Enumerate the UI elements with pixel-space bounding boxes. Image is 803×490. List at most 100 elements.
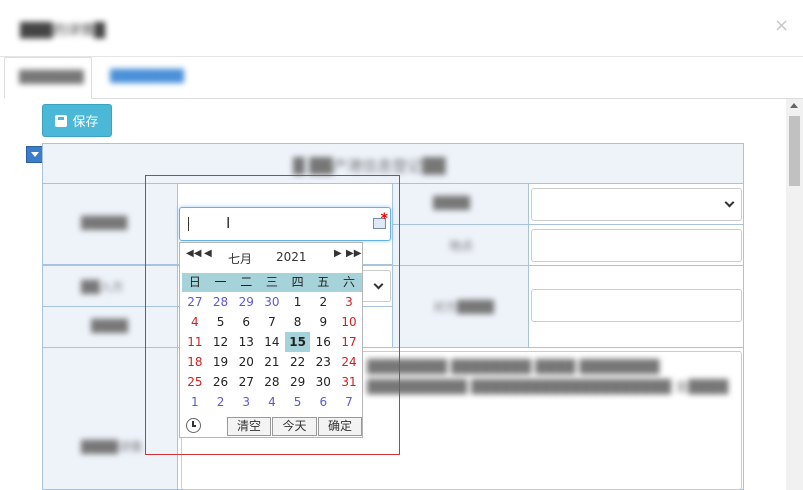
chevron-down-icon <box>724 197 735 208</box>
label-row5-left: ████详情 <box>81 440 142 454</box>
calendar-week: 18 19 20 21 22 23 24 <box>182 352 362 372</box>
calendar-day[interactable]: 28 <box>208 292 234 312</box>
calendar-day-today[interactable]: 15 <box>284 332 311 353</box>
calendar-day[interactable]: 30 <box>310 372 336 392</box>
label-row1-right: ████ <box>433 196 470 210</box>
calendar-week: 25 26 27 28 29 30 31 <box>182 372 362 392</box>
calendar-day[interactable]: 25 <box>182 372 208 392</box>
calendar-day[interactable]: 5 <box>285 392 311 412</box>
calendar-day[interactable]: 18 <box>182 352 208 372</box>
calendar-day[interactable]: 29 <box>285 372 311 392</box>
clock-icon[interactable] <box>186 418 201 433</box>
weekday-mon: 一 <box>214 275 227 289</box>
scrollbar-thumb[interactable] <box>789 116 800 186</box>
calendar-day[interactable]: 8 <box>285 312 311 332</box>
tab-basic-info[interactable]: ███████ <box>4 57 92 99</box>
i-beam-cursor-icon: I <box>226 214 231 232</box>
label-cell-row2-right: 地点 <box>392 224 529 266</box>
calendar-day[interactable]: 26 <box>208 372 234 392</box>
calendar-day[interactable]: 9 <box>310 312 336 332</box>
calendar-day[interactable]: 29 <box>233 292 259 312</box>
weekday-header: 日 一 二 三 四 五 六 <box>182 273 362 292</box>
tabs-divider <box>92 98 803 99</box>
location-input[interactable] <box>531 229 742 262</box>
next-year-icon[interactable]: ▶▶ <box>346 248 361 259</box>
calendar-week: 4 5 6 7 8 9 10 <box>182 312 362 332</box>
text-caret <box>188 217 189 231</box>
calendar-day[interactable]: 14 <box>259 332 285 352</box>
calendar-day[interactable]: 1 <box>182 392 208 412</box>
close-button[interactable]: × <box>774 15 789 36</box>
calendar-day[interactable]: 21 <box>259 352 285 372</box>
row1-right-select[interactable] <box>531 188 742 221</box>
save-button[interactable]: 保存 <box>42 104 112 137</box>
calendar-day[interactable]: 24 <box>336 352 362 372</box>
calendar-grid: 日 一 二 三 四 五 六 27 28 29 30 1 2 3 4 5 6 7 … <box>182 273 362 413</box>
calendar-day[interactable]: 23 <box>310 352 336 372</box>
calendar-day[interactable]: 27 <box>182 292 208 312</box>
calendar-footer: 清空 今天 确定 <box>182 416 362 436</box>
tab-second[interactable]: ████████ <box>110 69 184 83</box>
calendar-day[interactable]: 4 <box>182 312 208 332</box>
calendar-day[interactable]: 16 <box>310 332 336 352</box>
form-title: █ ██产港信息登记██ <box>293 157 446 175</box>
counterparty-input[interactable] <box>531 289 742 322</box>
label-cell-row1-right: ████ <box>392 183 529 225</box>
calendar-day[interactable]: 30 <box>259 292 285 312</box>
detail-text: ████████ ████████ ████ ████████ ████████… <box>367 360 729 395</box>
calendar-day[interactable]: 1 <box>285 292 311 312</box>
calendar-day[interactable]: 4 <box>259 392 285 412</box>
date-picker-popup: ◀◀ ◀ 七月 2021 ▶ ▶▶ 日 一 二 三 四 五 六 27 28 29… <box>179 242 363 438</box>
weekday-sun: 日 <box>188 275 201 289</box>
calendar-day[interactable]: 7 <box>336 392 362 412</box>
date-input[interactable]: I <box>179 207 391 241</box>
calendar-day[interactable]: 5 <box>208 312 234 332</box>
today-button[interactable]: 今天 <box>272 417 317 436</box>
calendar-day[interactable]: 27 <box>233 372 259 392</box>
calendar-week: 1 2 3 4 5 6 7 <box>182 392 362 412</box>
clear-button[interactable]: 清空 <box>227 417 271 436</box>
calendar-month[interactable]: 七月 <box>228 250 252 267</box>
calendar-day[interactable]: 31 <box>336 372 362 392</box>
label-cell-row3-right: 对方████ <box>392 265 529 348</box>
label-row4-left: ████ <box>91 319 128 333</box>
prev-month-icon[interactable]: ◀ <box>204 248 212 259</box>
calendar-week: 27 28 29 30 1 2 3 <box>182 292 362 312</box>
calendar-day[interactable]: 17 <box>336 332 362 352</box>
label-row3-right: 对方████ <box>433 300 494 314</box>
calendar-week: 11 12 13 14 15 16 17 <box>182 332 362 353</box>
floppy-disk-icon <box>55 114 68 127</box>
calendar-day[interactable]: 13 <box>233 332 259 352</box>
calendar-day[interactable]: 3 <box>233 392 259 412</box>
calendar-day[interactable]: 28 <box>259 372 285 392</box>
calendar-day[interactable]: 2 <box>310 292 336 312</box>
prev-year-icon[interactable]: ◀◀ <box>186 248 201 259</box>
label-row1-left: █████ <box>81 216 128 230</box>
calendar-day[interactable]: 6 <box>310 392 336 412</box>
calendar-day[interactable]: 11 <box>182 332 208 352</box>
calendar-day[interactable]: 7 <box>259 312 285 332</box>
label-row2-right: 地点 <box>449 239 474 253</box>
calendar-year[interactable]: 2021 <box>276 250 307 264</box>
weekday-fri: 五 <box>317 275 330 289</box>
calendar-day[interactable]: 12 <box>208 332 234 352</box>
label-row3-left: ██入方 <box>81 280 124 294</box>
calendar-day[interactable]: 6 <box>233 312 259 332</box>
chevron-down-icon <box>30 152 39 157</box>
calendar-icon[interactable] <box>373 211 388 229</box>
weekday-wed: 三 <box>265 275 278 289</box>
ok-button[interactable]: 确定 <box>318 417 362 436</box>
weekday-thu: 四 <box>291 275 304 289</box>
calendar-day[interactable]: 10 <box>336 312 362 332</box>
calendar-day[interactable]: 20 <box>233 352 259 372</box>
next-month-icon[interactable]: ▶ <box>334 248 342 259</box>
calendar-day[interactable]: 19 <box>208 352 234 372</box>
collapse-toggle-button[interactable] <box>26 146 43 163</box>
header-divider <box>0 56 803 57</box>
calendar-day[interactable]: 3 <box>336 292 362 312</box>
tab-basic-info-label: ███████ <box>19 70 84 84</box>
weekday-sat: 六 <box>342 275 355 289</box>
calendar-day[interactable]: 22 <box>285 352 311 372</box>
scroll-up-icon[interactable] <box>790 103 798 108</box>
calendar-day[interactable]: 2 <box>208 392 234 412</box>
